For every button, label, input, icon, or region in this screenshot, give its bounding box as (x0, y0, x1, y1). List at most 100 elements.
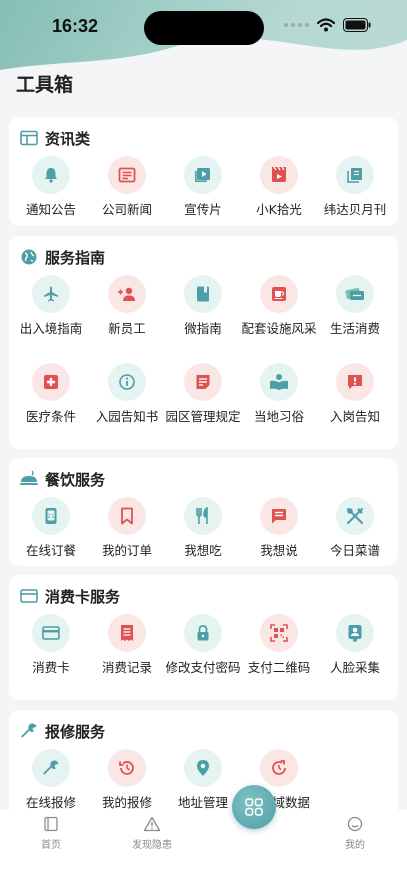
medical-icon (32, 363, 70, 401)
tool-face-capture[interactable]: 人脸采集 (317, 614, 393, 676)
tool-label: 今日菜谱 (329, 543, 380, 558)
credit-card-icon (19, 586, 39, 606)
tool-mini-guide[interactable]: 微指南 (165, 275, 241, 337)
tool-label: 小K拾光 (256, 202, 302, 217)
tool-label: 宣传片 (184, 202, 222, 217)
tab-home-label: 首页 (41, 840, 61, 851)
book-icon (184, 275, 222, 313)
tool-monthly[interactable]: 纬达贝月刊 (317, 156, 393, 218)
tool-immigration[interactable]: 出入境指南 (13, 275, 89, 337)
tab-mine[interactable]: 我的 (320, 816, 390, 851)
tool-promo-video[interactable]: 宣传片 (165, 156, 241, 218)
tool-label: 在线订餐 (25, 543, 76, 558)
tab-hazard[interactable]: 发现隐患 (117, 816, 187, 851)
guide-section: 服务指南 出入境指南 新员工 微指南 配套设施风采 生活消费 医疗条件 入园告知… (9, 236, 398, 449)
tool-label: 支付二维码 (247, 660, 311, 675)
card-section: 消费卡服务 消费卡 消费记录 修改支付密码 支付二维码 人脸采集 (9, 575, 398, 700)
apps-grid-icon (245, 798, 263, 816)
tool-life-consume[interactable]: 生活消费 (317, 275, 393, 337)
cutlery-icon (336, 497, 374, 535)
film-icon (260, 156, 298, 194)
tool-address-manage[interactable]: 地址管理 (165, 749, 241, 811)
refresh-icon (260, 749, 298, 787)
repair-section-header: 报修服务 (19, 719, 105, 743)
dining-section-header: 餐饮服务 (19, 467, 105, 491)
tool-park-rules[interactable]: 园区管理规定 (165, 363, 241, 425)
receipt-icon (108, 614, 146, 652)
message-icon (260, 497, 298, 535)
tool-order-online[interactable]: 21 在线订餐 (13, 497, 89, 559)
tool-medical[interactable]: 医疗条件 (13, 363, 89, 425)
tool-label: 消费记录 (101, 660, 152, 675)
tool-label: 入园告知书 (95, 409, 159, 424)
tool-label: 出入境指南 (19, 321, 83, 336)
tool-label: 在线报修 (25, 795, 76, 810)
repair-section: 报修服务 在线报修 我的报修 地址管理 区域数据 (9, 710, 398, 820)
utensils-icon (184, 497, 222, 535)
tool-label: 人脸采集 (329, 660, 380, 675)
tool-label: 我想说 (260, 543, 298, 558)
tool-label: 我的订单 (101, 543, 152, 558)
history-icon (108, 749, 146, 787)
wrench-icon (19, 721, 39, 741)
card-section-header: 消费卡服务 (19, 584, 120, 608)
svg-text:21: 21 (47, 513, 55, 520)
tool-label: 配套设施风采 (241, 321, 317, 336)
tool-label: 我的报修 (101, 795, 152, 810)
guide-section-title: 服务指南 (45, 248, 106, 267)
battery-icon (343, 18, 371, 32)
center-apps-button[interactable] (232, 785, 276, 829)
tool-my-orders[interactable]: 我的订单 (89, 497, 165, 559)
tool-consume-record[interactable]: 消费记录 (89, 614, 165, 676)
tool-online-repair[interactable]: 在线报修 (13, 749, 89, 811)
airplane-icon (32, 275, 70, 313)
status-icons (284, 18, 371, 32)
tool-label: 通知公告 (25, 202, 76, 217)
tool-label: 公司新闻 (101, 202, 152, 217)
repair-section-title: 报修服务 (45, 722, 106, 741)
tool-label: 修改支付密码 (165, 660, 241, 675)
tool-change-password[interactable]: 修改支付密码 (165, 614, 241, 676)
wifi-icon (317, 18, 335, 32)
status-time: 16:32 (52, 16, 99, 36)
document-icon (184, 363, 222, 401)
card-section-title: 消费卡服务 (45, 587, 121, 606)
page-title: 工具箱 (16, 74, 74, 96)
tool-facilities[interactable]: 配套设施风采 (241, 275, 317, 337)
tool-new-employee[interactable]: 新员工 (89, 275, 165, 337)
tool-consume-card[interactable]: 消费卡 (13, 614, 89, 676)
tab-home[interactable]: 首页 (16, 816, 86, 851)
tool-onboard-notice[interactable]: 入岗告知 (317, 363, 393, 425)
lock-icon (184, 614, 222, 652)
tool-today-menu[interactable]: 今日菜谱 (317, 497, 393, 559)
signal-dots-icon (284, 23, 309, 27)
tool-company-news[interactable]: 公司新闻 (89, 156, 165, 218)
wrench-icon (32, 749, 70, 787)
tab-hazard-label: 发现隐患 (132, 840, 172, 851)
coffee-icon (260, 275, 298, 313)
location-icon (184, 749, 222, 787)
tool-pay-qrcode[interactable]: 支付二维码 (241, 614, 317, 676)
ticket-icon (336, 275, 374, 313)
tool-want-eat[interactable]: 我想吃 (165, 497, 241, 559)
tool-label: 消费卡 (32, 660, 70, 675)
dining-section: 餐饮服务 21 在线订餐 我的订单 我想吃 我想说 今日菜谱 (9, 458, 398, 566)
book-icon (44, 816, 58, 832)
tool-label: 园区管理规定 (165, 409, 241, 424)
tool-label: 新员工 (108, 321, 146, 336)
tool-label: 医疗条件 (25, 409, 76, 424)
tool-label: 生活消费 (329, 321, 380, 336)
tool-entry-notice[interactable]: 入园告知书 (89, 363, 165, 425)
tool-label: 入岗告知 (329, 409, 380, 424)
tool-notice[interactable]: 通知公告 (13, 156, 89, 218)
tool-label: 地址管理 (177, 795, 228, 810)
tool-want-say[interactable]: 我想说 (241, 497, 317, 559)
tool-my-repairs[interactable]: 我的报修 (89, 749, 165, 811)
tool-label: 当地习俗 (253, 409, 304, 424)
reading-icon (260, 363, 298, 401)
tool-xiaok[interactable]: 小K拾光 (241, 156, 317, 218)
newspaper-icon (19, 128, 39, 148)
video-icon (184, 156, 222, 194)
tool-local-customs[interactable]: 当地习俗 (241, 363, 317, 425)
tool-label: 微指南 (184, 321, 222, 336)
